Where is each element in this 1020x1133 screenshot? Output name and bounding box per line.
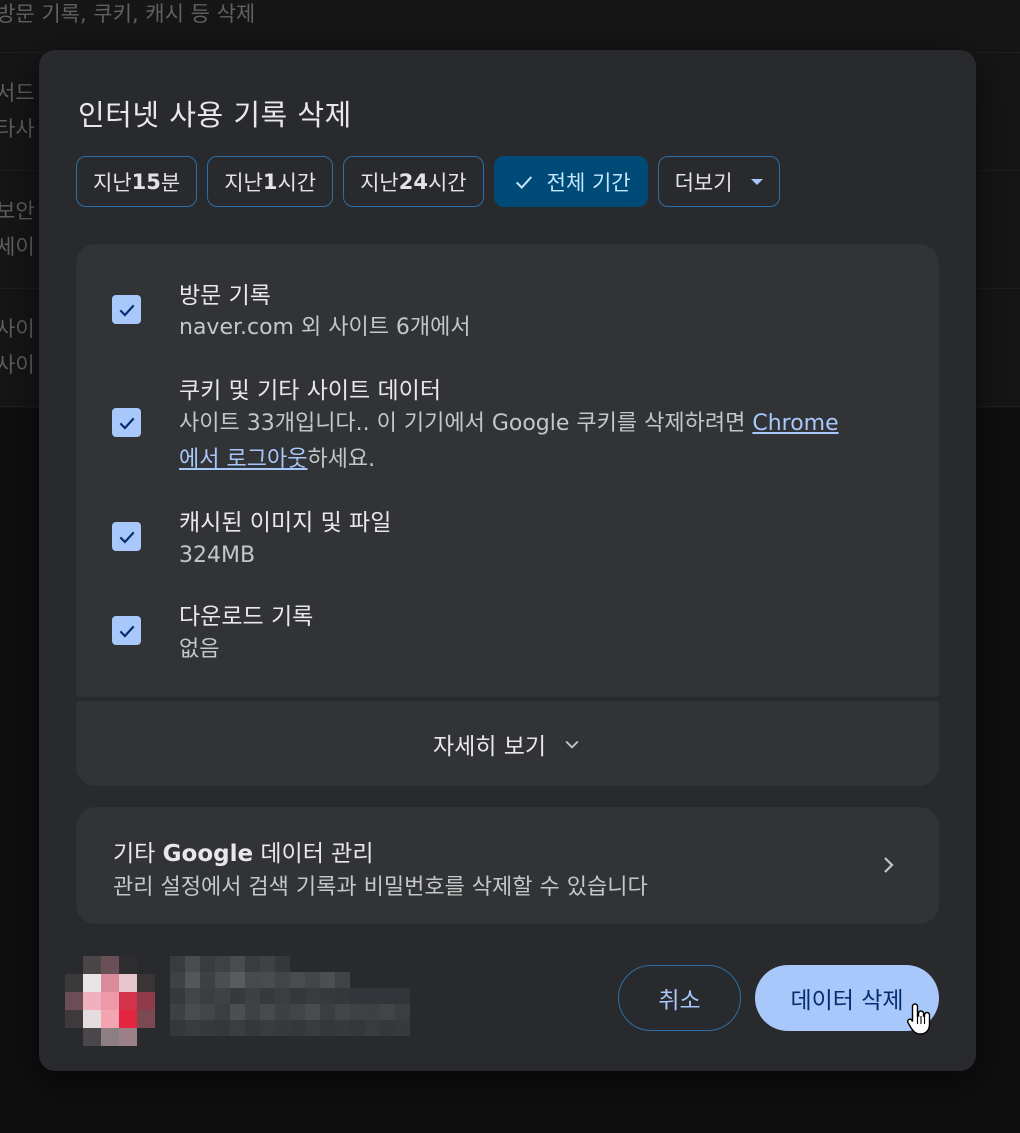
chevron-down-icon bbox=[565, 740, 579, 749]
chip-prefix: 지난 bbox=[93, 170, 132, 195]
check-icon bbox=[515, 175, 532, 189]
time-range-chips: 지난 15 분 지난 1 시간 지난 24 시간 전체 기간 더보기 bbox=[76, 156, 780, 207]
check-icon bbox=[119, 625, 134, 638]
chip-label: 전체 기간 bbox=[546, 170, 631, 195]
chip-label: 더보기 bbox=[674, 170, 733, 195]
show-more-label: 자세히 보기 bbox=[432, 733, 547, 760]
checkbox-cached-files[interactable] bbox=[112, 522, 141, 551]
checkbox-download-history[interactable] bbox=[112, 616, 141, 645]
option-title: 다운로드 기록 bbox=[179, 604, 314, 630]
chip-last-24-hours[interactable]: 지난 24 시간 bbox=[343, 156, 484, 207]
bg-row-sublabel: 사이 bbox=[0, 353, 35, 377]
bg-row-sublabel: 세이 bbox=[0, 235, 35, 259]
chip-suffix: 분 bbox=[160, 170, 181, 195]
chip-prefix: 지난 bbox=[224, 170, 263, 195]
chip-all-time[interactable]: 전체 기간 bbox=[493, 156, 648, 207]
chip-more-dropdown[interactable]: 더보기 bbox=[657, 156, 780, 207]
sign-out-link-cont[interactable]: 에서 로그아웃 bbox=[179, 447, 307, 472]
check-icon bbox=[119, 417, 134, 430]
manage-google-data-row[interactable]: 기타 Google 데이터 관리 관리 설정에서 검색 기록과 비밀번호를 삭제… bbox=[76, 807, 939, 924]
chip-prefix: 지난 bbox=[360, 170, 399, 195]
option-title: 방문 기록 bbox=[179, 283, 271, 309]
bg-row-label: 서드 bbox=[0, 81, 35, 105]
caret-down-icon bbox=[750, 178, 763, 185]
cancel-button[interactable]: 취소 bbox=[618, 965, 741, 1031]
data-type-options: 방문 기록 naver.com 외 사이트 6개에서 쿠키 및 기타 사이트 데… bbox=[76, 244, 939, 697]
bg-row-label: 방문 기록, 쿠키, 캐시 등 삭제 bbox=[0, 2, 256, 26]
clear-browsing-data-dialog: 인터넷 사용 기록 삭제 지난 15 분 지난 1 시간 지난 24 시간 전체 기간… bbox=[39, 50, 976, 1071]
checkbox-browsing-history[interactable] bbox=[112, 295, 141, 324]
checkbox-cookies[interactable] bbox=[112, 408, 141, 437]
google-data-subtitle: 관리 설정에서 검색 기록과 비밀번호를 삭제할 수 있습니다 bbox=[113, 875, 648, 900]
option-subtitle: 없음 bbox=[179, 637, 220, 662]
chip-last-hour[interactable]: 지난 1 시간 bbox=[207, 156, 334, 207]
option-subtitle-text: 사이트 33개입니다.. 이 기기에서 Google 쿠키를 삭제하려면 bbox=[179, 411, 753, 436]
chip-suffix: 시간 bbox=[427, 170, 467, 195]
chip-number: 1 bbox=[262, 169, 278, 194]
hand-cursor-icon bbox=[906, 1003, 931, 1035]
chevron-right-icon bbox=[884, 857, 894, 873]
option-subtitle: 사이트 33개입니다.. 이 기기에서 Google 쿠키를 삭제하려면 Chr… bbox=[179, 406, 839, 442]
option-subtitle-line2: 에서 로그아웃하세요. bbox=[179, 442, 375, 478]
dialog-title: 인터넷 사용 기록 삭제 bbox=[78, 98, 352, 132]
show-more-button[interactable]: 자세히 보기 bbox=[76, 701, 939, 786]
google-title-prefix: 기타 bbox=[113, 841, 163, 867]
bg-row-clear-data: 방문 기록, 쿠키, 캐시 등 삭제 bbox=[0, 0, 1020, 53]
bg-row-label: 보안 bbox=[0, 199, 35, 223]
option-subtitle-text: 하세요. bbox=[307, 447, 376, 472]
chip-last-15-min[interactable]: 지난 15 분 bbox=[76, 156, 198, 207]
bg-row-sublabel: 타사 bbox=[0, 117, 35, 141]
google-title-suffix: 데이터 관리 bbox=[253, 841, 374, 867]
option-title: 캐시된 이미지 및 파일 bbox=[179, 510, 392, 536]
avatar bbox=[65, 956, 157, 1048]
google-data-title: 기타 Google 데이터 관리 bbox=[113, 834, 374, 868]
account-info-redacted bbox=[170, 956, 412, 1036]
bg-row-label: 사이 bbox=[0, 317, 35, 341]
option-title: 쿠키 및 기타 사이트 데이터 bbox=[179, 378, 442, 404]
option-subtitle: 324MB bbox=[179, 543, 256, 568]
check-icon bbox=[119, 304, 134, 317]
chip-number: 24 bbox=[398, 169, 428, 194]
chip-number: 15 bbox=[131, 169, 161, 194]
sign-out-link[interactable]: Chrome bbox=[752, 411, 838, 436]
check-icon bbox=[119, 531, 134, 544]
google-title-bold: Google bbox=[162, 841, 254, 867]
option-subtitle: naver.com 외 사이트 6개에서 bbox=[179, 315, 471, 340]
chip-suffix: 시간 bbox=[277, 170, 317, 195]
